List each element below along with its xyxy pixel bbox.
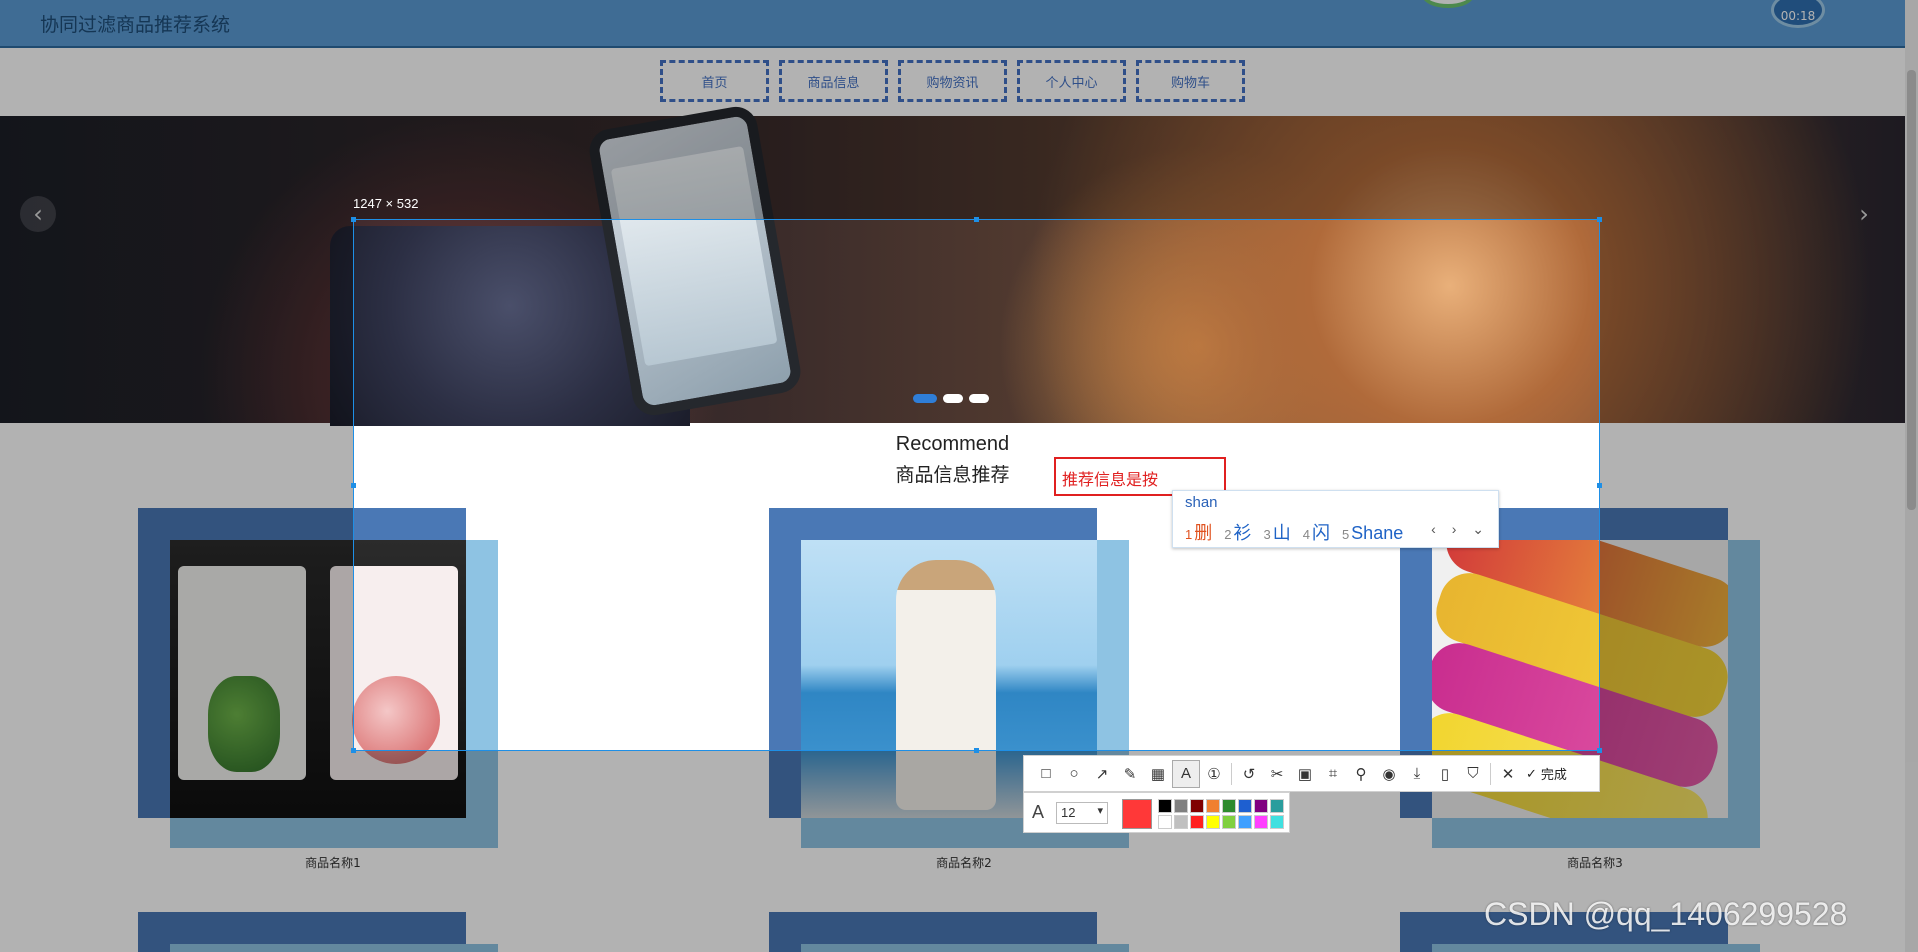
resize-handle-w[interactable] bbox=[351, 483, 356, 488]
watermark: CSDN @qq_1406299528 bbox=[1484, 896, 1848, 932]
ime-candidate-2[interactable]: 2衫 bbox=[1224, 519, 1251, 545]
ime-candidate-5[interactable]: 5 Shane bbox=[1342, 523, 1403, 544]
record-icon[interactable]: ◉ bbox=[1375, 760, 1403, 788]
capture-dim-top bbox=[0, 0, 1918, 219]
resize-handle-sw[interactable] bbox=[351, 748, 356, 753]
capture-toolbar: □ ○ ↗ ✎ ▦ A ① ↺ ✂ ▣ ⌗ ⚲ ◉ ⤓ ▯ ⛉ ✕ ✓ 完成 bbox=[1023, 755, 1600, 792]
ellipse-tool-icon[interactable]: ○ bbox=[1060, 760, 1088, 788]
undo-icon[interactable]: ↺ bbox=[1235, 760, 1263, 788]
resize-handle-n[interactable] bbox=[974, 217, 979, 222]
mosaic-tool-icon[interactable]: ▦ bbox=[1144, 760, 1172, 788]
color-swatch-1[interactable] bbox=[1158, 799, 1172, 813]
capture-selection[interactable] bbox=[351, 217, 1602, 753]
number-tool-icon[interactable]: ① bbox=[1200, 760, 1228, 788]
ocr-icon[interactable]: ▣ bbox=[1291, 760, 1319, 788]
font-size-value: 12 bbox=[1061, 805, 1076, 820]
color-palette bbox=[1158, 799, 1284, 829]
current-color-swatch[interactable] bbox=[1122, 799, 1152, 829]
resize-handle-e[interactable] bbox=[1597, 483, 1602, 488]
color-swatch-7[interactable] bbox=[1254, 799, 1268, 813]
capture-dim-left bbox=[0, 219, 353, 751]
phone-icon[interactable]: ▯ bbox=[1431, 760, 1459, 788]
resize-handle-nw[interactable] bbox=[351, 217, 356, 222]
ime-page-arrows[interactable]: ‹ › ⌄ bbox=[1431, 521, 1490, 538]
color-swatch-8[interactable] bbox=[1270, 799, 1284, 813]
done-label: 完成 bbox=[1540, 767, 1567, 782]
pin-icon[interactable]: ⚲ bbox=[1347, 760, 1375, 788]
ime-candidate-4[interactable]: 4闪 bbox=[1303, 519, 1330, 545]
text-settings-bar: A 12 ▾ bbox=[1023, 792, 1290, 833]
close-icon[interactable]: ✕ bbox=[1494, 760, 1522, 788]
toolbar-divider bbox=[1231, 762, 1232, 785]
text-tool-icon[interactable]: A bbox=[1172, 759, 1200, 788]
color-swatch-3[interactable] bbox=[1190, 799, 1204, 813]
capture-dim-right bbox=[1600, 219, 1918, 751]
color-swatch-14[interactable] bbox=[1238, 815, 1252, 829]
color-swatch-10[interactable] bbox=[1174, 815, 1188, 829]
ime-candidate-window: shan 1删 2衫 3山 4闪 5 Shane ‹ › ⌄ bbox=[1172, 490, 1499, 548]
color-swatch-15[interactable] bbox=[1254, 815, 1268, 829]
color-swatch-2[interactable] bbox=[1174, 799, 1188, 813]
capture-size-label: 1247 × 532 bbox=[353, 196, 419, 211]
resize-handle-ne[interactable] bbox=[1597, 217, 1602, 222]
chevron-down-icon: ▾ bbox=[1097, 805, 1103, 817]
ime-candidate-3[interactable]: 3山 bbox=[1263, 519, 1290, 545]
color-swatch-4[interactable] bbox=[1206, 799, 1220, 813]
rectangle-tool-icon[interactable]: □ bbox=[1032, 760, 1060, 788]
download-icon[interactable]: ⤓ bbox=[1403, 760, 1431, 788]
ime-candidate-1[interactable]: 1删 bbox=[1185, 519, 1212, 545]
arrow-tool-icon[interactable]: ↗ bbox=[1088, 760, 1116, 788]
scan-icon[interactable]: ⌗ bbox=[1319, 760, 1347, 788]
ime-composition: shan bbox=[1185, 494, 1218, 511]
toolbar-divider bbox=[1490, 762, 1491, 785]
check-icon: ✓ bbox=[1526, 765, 1537, 781]
resize-handle-s[interactable] bbox=[974, 748, 979, 753]
color-swatch-12[interactable] bbox=[1206, 815, 1220, 829]
font-icon: A bbox=[1032, 802, 1045, 822]
color-swatch-16[interactable] bbox=[1270, 815, 1284, 829]
color-swatch-6[interactable] bbox=[1238, 799, 1252, 813]
done-button[interactable]: ✓ 完成 bbox=[1526, 764, 1567, 783]
cut-icon[interactable]: ✂ bbox=[1263, 760, 1291, 788]
color-swatch-5[interactable] bbox=[1222, 799, 1236, 813]
font-size-select[interactable]: 12 ▾ bbox=[1056, 802, 1108, 824]
color-swatch-9[interactable] bbox=[1158, 815, 1172, 829]
resize-handle-se[interactable] bbox=[1597, 748, 1602, 753]
color-swatch-13[interactable] bbox=[1222, 815, 1236, 829]
ime-candidate-list: 1删 2衫 3山 4闪 5 Shane bbox=[1185, 519, 1403, 545]
pen-tool-icon[interactable]: ✎ bbox=[1116, 760, 1144, 788]
color-swatch-11[interactable] bbox=[1190, 815, 1204, 829]
bookmark-icon[interactable]: ⛉ bbox=[1459, 760, 1487, 788]
